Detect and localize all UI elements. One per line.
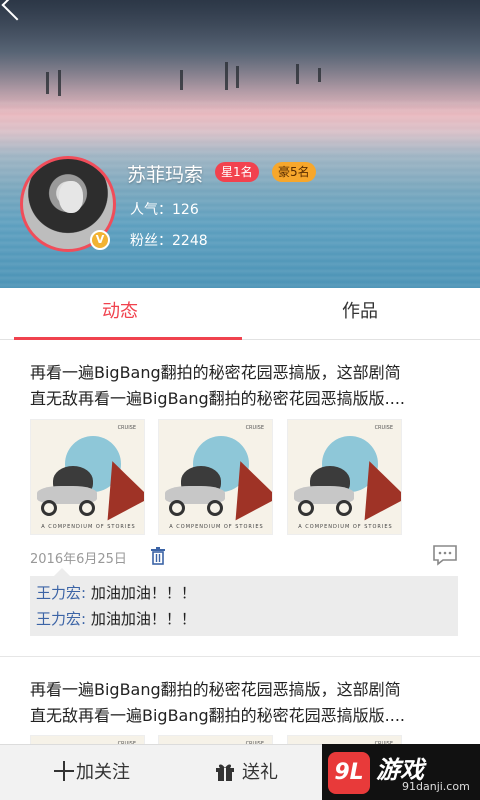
avatar-face <box>59 181 83 213</box>
post-text-line: 再看一遍BigBang翻拍的秘密花园恶搞版，这部剧简 <box>30 363 401 382</box>
star-rank-badge: 星1名 <box>215 162 259 182</box>
image-art-wheel <box>41 500 57 516</box>
site-watermark: 9L 游戏 91danji.com <box>322 744 480 800</box>
tab-bar: 动态 作品 <box>0 288 480 340</box>
image-top-text: CRUISE <box>245 425 264 431</box>
gift-button[interactable]: 送礼 <box>214 745 278 800</box>
image-art-wheel <box>79 500 95 516</box>
vip-badge-icon: V <box>90 230 110 250</box>
watermark-site: 91danji.com <box>402 780 470 793</box>
image-caption: A COMPENDIUM OF STORIES <box>41 524 136 530</box>
post-item[interactable]: 再看一遍BigBang翻拍的秘密花园恶搞版，这部剧简 直无敌再看一遍BigBan… <box>0 340 480 656</box>
image-art-wheel <box>298 500 314 516</box>
tab-activity[interactable]: 动态 <box>0 288 240 340</box>
comment-user[interactable]: 王力宏: <box>36 584 86 602</box>
rich-rank-badge: 豪5名 <box>272 162 316 182</box>
background-pole <box>296 64 299 84</box>
profile-header: V 苏菲玛索 星1名 豪5名 人气：126 粉丝：2248 <box>0 0 480 288</box>
follow-label: 加关注 <box>76 762 130 783</box>
background-pole <box>180 70 183 90</box>
post-text-line: 直无敌再看一遍BigBang翻拍的秘密花园恶搞版版.... <box>30 706 406 725</box>
tab-works[interactable]: 作品 <box>240 288 480 340</box>
post-image[interactable]: CRUISE A COMPENDIUM OF STORIES <box>158 419 273 535</box>
comment-text: 加油加油！！！ <box>90 584 196 602</box>
background-pole <box>236 66 239 88</box>
comment-list: 王力宏: 加油加油！！！ 王力宏: 加油加油！！！ <box>30 568 458 636</box>
post-image[interactable]: CRUISE A COMPENDIUM OF STORIES <box>287 419 402 535</box>
comment-icon[interactable] <box>432 544 458 566</box>
comment-item[interactable]: 王力宏: 加油加油！！！ <box>36 582 196 603</box>
comment-text: 加油加油！！！ <box>90 610 196 628</box>
image-top-text: CRUISE <box>374 425 393 431</box>
trash-icon[interactable] <box>150 547 166 565</box>
image-art-wheel <box>169 500 185 516</box>
popularity-stat: 人气：126 <box>130 202 199 218</box>
back-arrow-icon[interactable] <box>1 0 33 21</box>
image-top-text: CRUISE <box>117 425 136 431</box>
image-caption: A COMPENDIUM OF STORIES <box>169 524 264 530</box>
follow-button[interactable]: 加关注 <box>54 745 130 800</box>
image-art-wheel <box>336 500 352 516</box>
image-art-wheel <box>207 500 223 516</box>
plus-icon <box>54 761 74 781</box>
post-item[interactable]: 再看一遍BigBang翻拍的秘密花园恶搞版，这部剧简 直无敌再看一遍BigBan… <box>0 657 480 747</box>
background-pole <box>318 68 321 82</box>
gift-icon <box>216 764 234 781</box>
comment-user[interactable]: 王力宏: <box>36 610 86 628</box>
background-pole <box>225 62 228 90</box>
background-pole <box>58 70 61 96</box>
post-text-line: 直无敌再看一遍BigBang翻拍的秘密花园恶搞版版.... <box>30 389 406 408</box>
fans-stat: 粉丝：2248 <box>130 233 208 249</box>
watermark-logo-icon: 9L <box>328 752 370 794</box>
gift-label: 送礼 <box>242 762 278 783</box>
post-text-line: 再看一遍BigBang翻拍的秘密花园恶搞版，这部剧简 <box>30 680 401 699</box>
profile-name: 苏菲玛索 <box>127 164 204 186</box>
post-image[interactable]: CRUISE A COMPENDIUM OF STORIES <box>30 419 145 535</box>
background-pole <box>46 72 49 94</box>
comment-item[interactable]: 王力宏: 加油加油！！！ <box>36 608 196 629</box>
post-date: 2016年6月25日 <box>30 552 127 567</box>
image-caption: A COMPENDIUM OF STORIES <box>298 524 393 530</box>
profile-screen: V 苏菲玛索 星1名 豪5名 人气：126 粉丝：2248 动态 作品 再看一遍… <box>0 0 480 800</box>
